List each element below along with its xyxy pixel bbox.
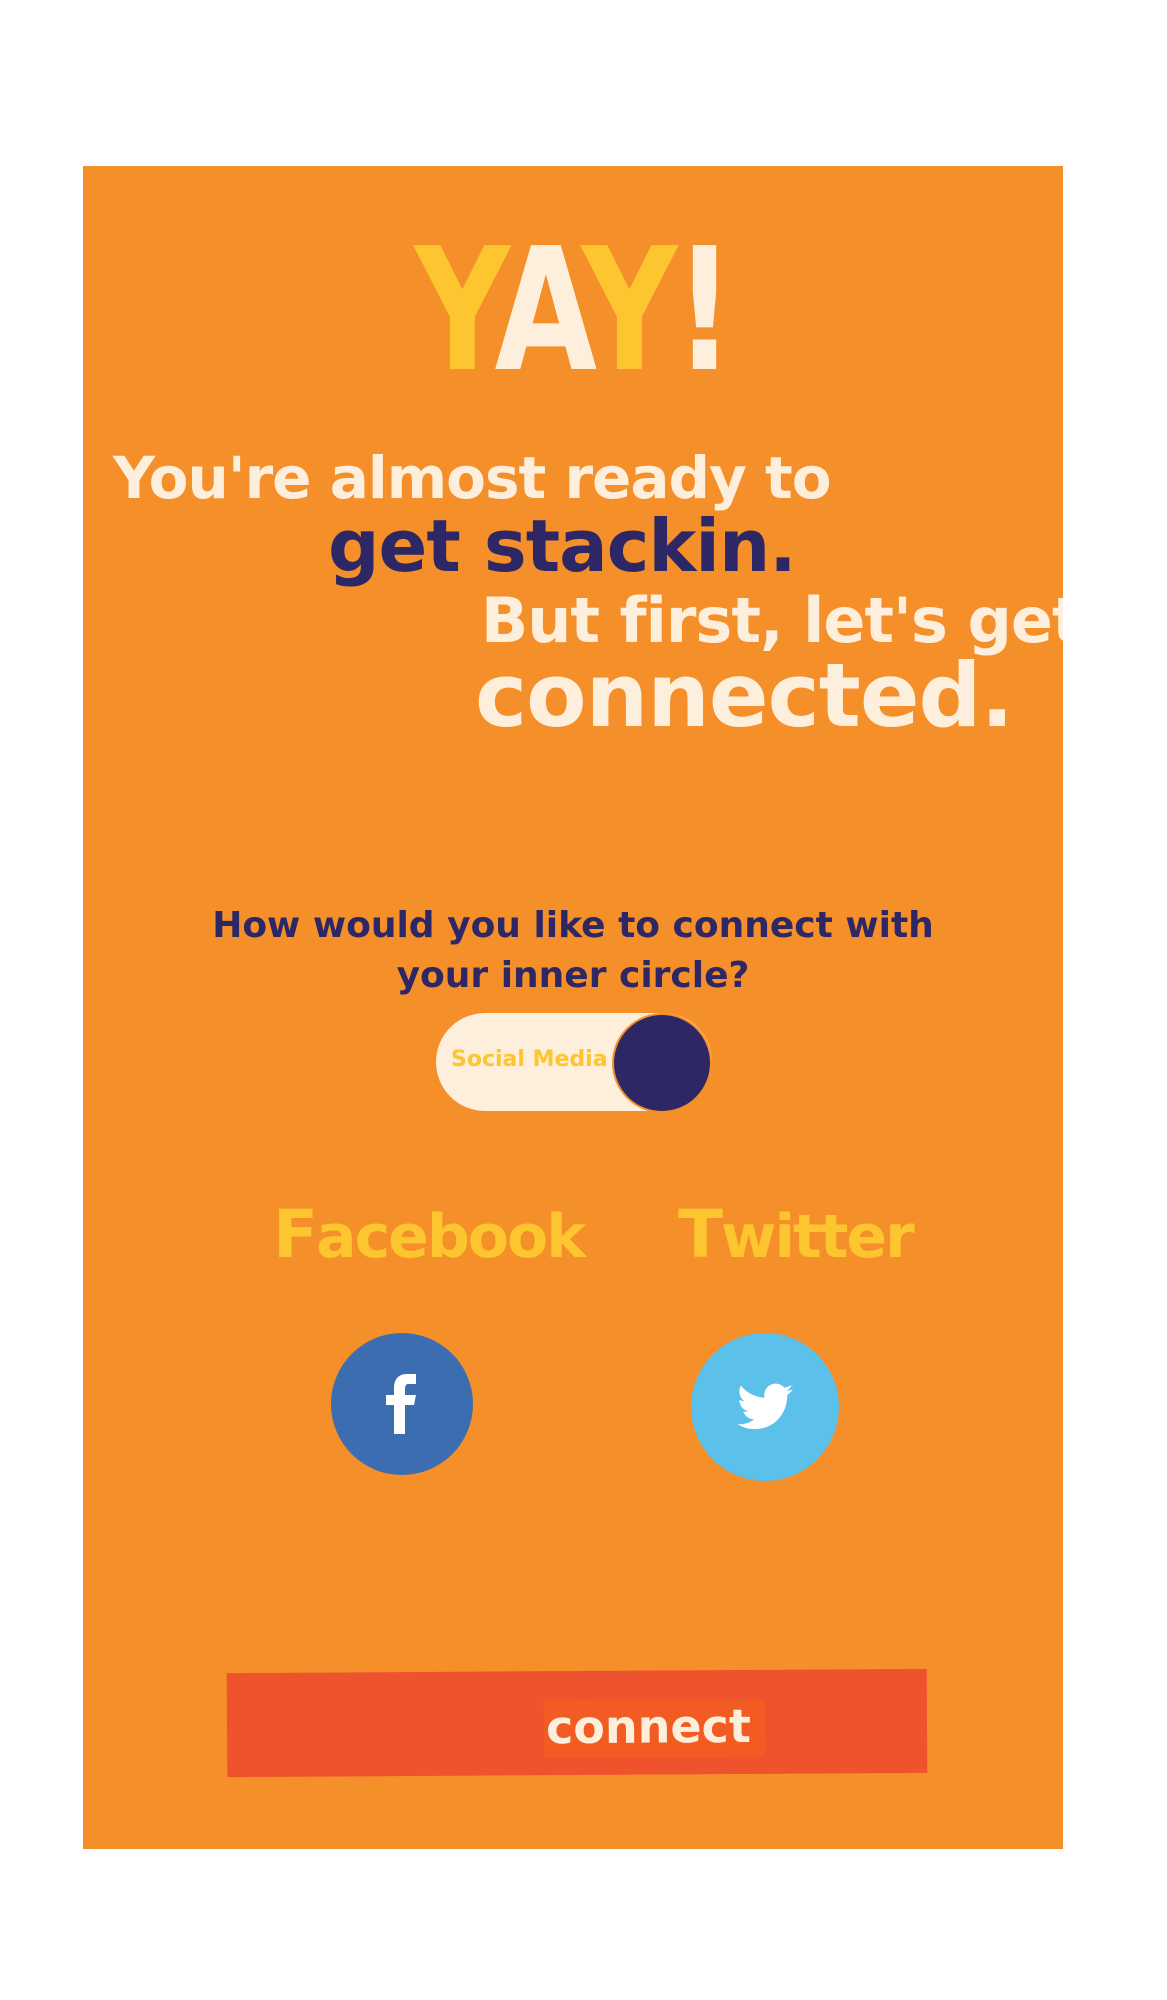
question-line-2: your inner circle? — [396, 955, 750, 996]
yay-exclamation: ! — [674, 212, 734, 410]
yay-letter-a: A — [494, 212, 585, 410]
yay-letter-y1: Y — [414, 212, 497, 410]
facebook-connect-button[interactable] — [331, 1333, 473, 1475]
connect-button[interactable]: connect — [226, 1668, 928, 1778]
twitter-connect-button[interactable] — [691, 1333, 839, 1481]
twitter-bird-icon — [737, 1383, 793, 1430]
connect-button-label: connect — [543, 1698, 766, 1759]
facebook-title: Facebook — [273, 1196, 586, 1273]
connect-question: How would you like to connect with your … — [83, 901, 1063, 1001]
yay-heading: YAY! — [191, 226, 955, 396]
social-media-toggle[interactable]: Social Media — [436, 1013, 712, 1113]
twitter-title: Twitter — [678, 1196, 915, 1273]
question-line-1: How would you like to connect with — [212, 905, 934, 946]
tagline-line-2: get stackin. — [328, 504, 797, 588]
toggle-label: Social Media — [451, 1047, 608, 1072]
tagline-line-4: connected. — [475, 644, 1014, 747]
toggle-knob[interactable] — [612, 1013, 712, 1113]
tagline-line-1: You're almost ready to — [113, 444, 832, 512]
yay-letter-y2: Y — [581, 212, 677, 410]
connect-card: YAY! You're almost ready to get stackin.… — [83, 166, 1063, 1849]
facebook-icon — [386, 1374, 416, 1434]
